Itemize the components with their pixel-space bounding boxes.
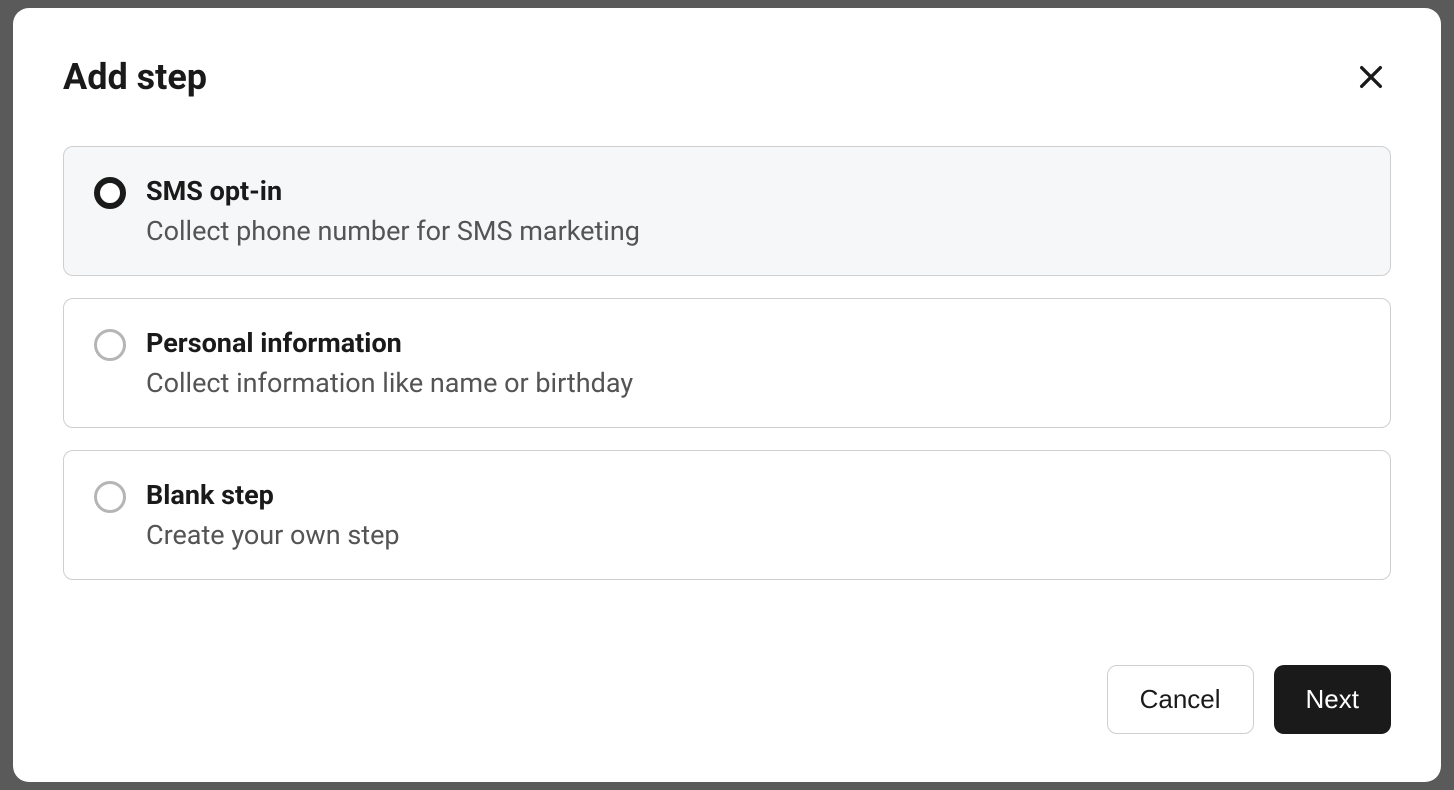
- close-button[interactable]: [1351, 57, 1391, 97]
- option-desc: Collect phone number for SMS marketing: [146, 215, 640, 247]
- radio-sms-opt-in[interactable]: [94, 177, 126, 209]
- modal-title: Add step: [63, 56, 207, 98]
- radio-blank-step[interactable]: [94, 481, 126, 513]
- option-text: Blank step Create your own step: [146, 479, 400, 551]
- option-desc: Collect information like name or birthda…: [146, 367, 633, 399]
- close-icon: [1355, 61, 1387, 93]
- option-text: Personal information Collect information…: [146, 327, 633, 399]
- radio-personal-information[interactable]: [94, 329, 126, 361]
- option-text: SMS opt-in Collect phone number for SMS …: [146, 175, 640, 247]
- option-blank-step[interactable]: Blank step Create your own step: [63, 450, 1391, 580]
- option-title: Personal information: [146, 327, 633, 359]
- option-title: Blank step: [146, 479, 400, 511]
- modal-header: Add step: [63, 56, 1391, 98]
- next-button[interactable]: Next: [1274, 665, 1391, 734]
- option-title: SMS opt-in: [146, 175, 640, 207]
- option-personal-information[interactable]: Personal information Collect information…: [63, 298, 1391, 428]
- modal-footer: Cancel Next: [63, 665, 1391, 734]
- option-desc: Create your own step: [146, 519, 400, 551]
- add-step-modal: Add step SMS opt-in Collect phone number…: [13, 8, 1441, 782]
- option-sms-opt-in[interactable]: SMS opt-in Collect phone number for SMS …: [63, 146, 1391, 276]
- cancel-button[interactable]: Cancel: [1107, 665, 1254, 734]
- options-list: SMS opt-in Collect phone number for SMS …: [63, 146, 1391, 625]
